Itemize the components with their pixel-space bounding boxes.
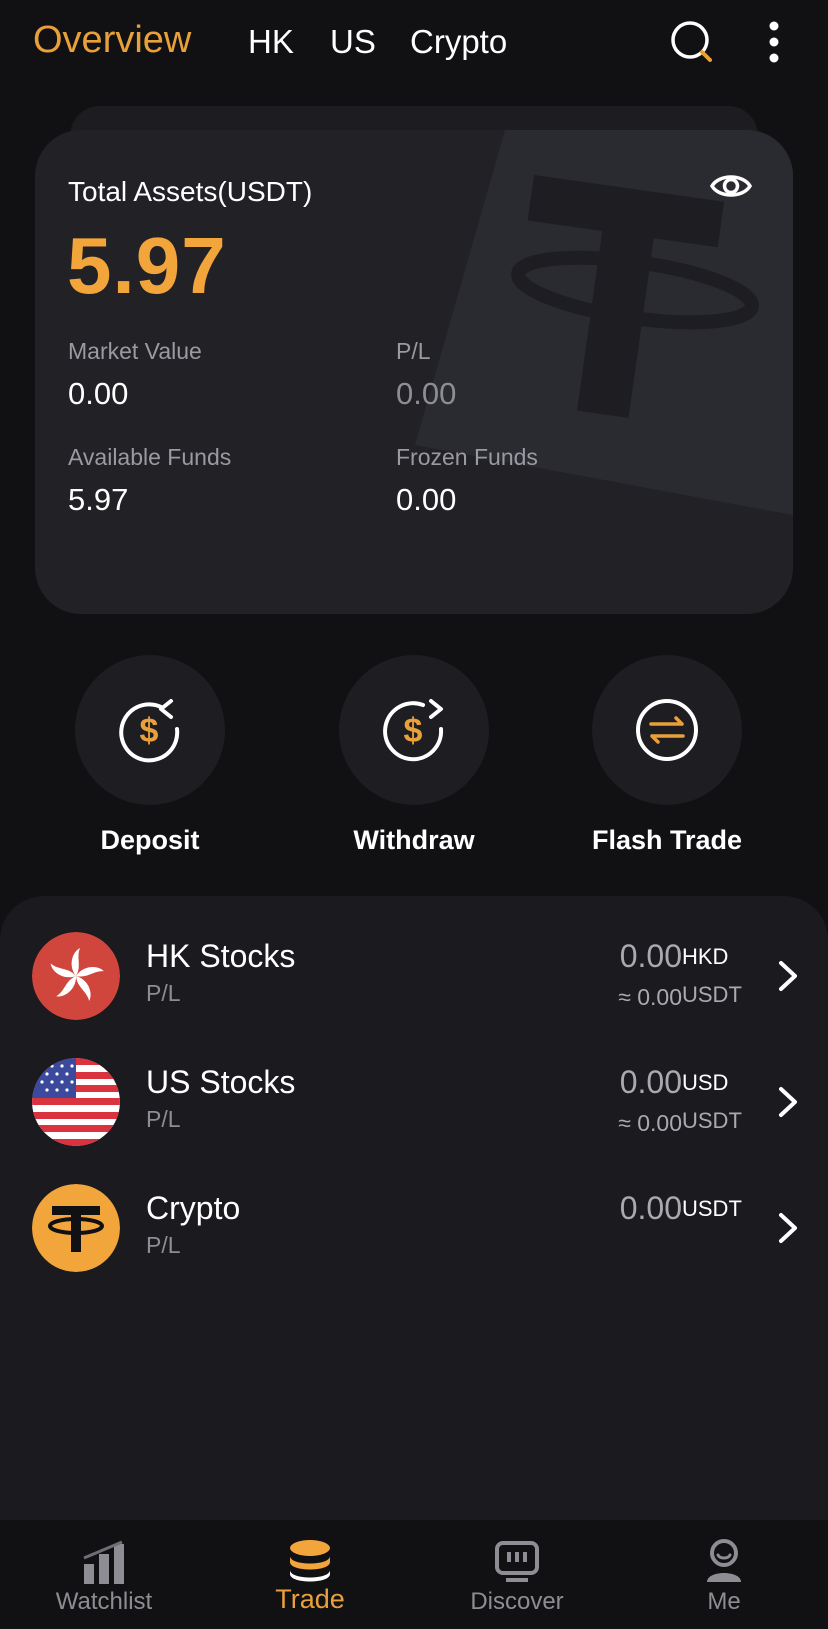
account-currency: USD (682, 1070, 729, 1095)
market-value-label: Market Value (68, 338, 202, 364)
us-flag-icon (32, 1058, 120, 1146)
flash-trade-button[interactable]: Flash Trade (592, 655, 742, 856)
chevron-right-icon[interactable] (776, 1210, 800, 1246)
account-amount: 0.00 (619, 1190, 682, 1226)
nav-watchlist[interactable]: Watchlist (24, 1532, 184, 1616)
account-row-crypto[interactable]: Crypto P/L 0.00 USDT (0, 1172, 828, 1282)
hk-flag-icon (32, 932, 120, 1020)
deposit-icon[interactable]: $ (75, 655, 225, 805)
person-icon (644, 1532, 804, 1584)
deposit-label: Deposit (100, 825, 200, 855)
withdraw-icon[interactable]: $ (339, 655, 489, 805)
nav-discover[interactable]: Discover (437, 1532, 597, 1616)
nav-me[interactable]: Me (644, 1532, 804, 1616)
available-funds-label: Available Funds (68, 444, 232, 470)
account-approx-currency: USDT (682, 982, 742, 1007)
deposit-button[interactable]: $ Deposit (75, 655, 225, 856)
account-currency: HKD (682, 944, 729, 969)
account-approx-amount: ≈ 0.00 (618, 1110, 682, 1136)
account-amount: 0.00 (619, 938, 682, 974)
pl-value: 0.00 (396, 376, 457, 411)
coins-stack-icon (230, 1532, 390, 1584)
account-pl-label: P/L (146, 980, 181, 1006)
market-value: 0.00 (68, 376, 129, 411)
pl-label: P/L (396, 338, 431, 364)
total-assets-label: Total Assets(USDT) (68, 176, 313, 207)
chevron-right-icon[interactable] (776, 1084, 800, 1120)
nav-label: Trade (275, 1584, 345, 1614)
frozen-funds-value: 0.00 (396, 482, 457, 517)
tab-crypto[interactable]: Crypto (410, 22, 507, 62)
chevron-right-icon[interactable] (776, 958, 800, 994)
account-amount: 0.00 (619, 1064, 682, 1100)
account-row-hk-stocks[interactable]: HK Stocks P/L 0.00 HKD ≈ 0.00 USDT (0, 920, 828, 1030)
account-row-us-stocks[interactable]: US Stocks P/L 0.00 USD ≈ 0.00 USDT (0, 1046, 828, 1156)
nav-label: Watchlist (55, 1588, 153, 1615)
eye-icon[interactable] (709, 164, 753, 208)
available-funds-value: 5.97 (68, 482, 129, 517)
accounts-panel: HK Stocks P/L 0.00 HKD ≈ 0.00 USDT US St… (0, 896, 828, 1536)
account-currency: USDT (682, 1196, 742, 1221)
account-name: Crypto (146, 1190, 241, 1226)
nav-label: Me (707, 1588, 741, 1615)
withdraw-label: Withdraw (353, 825, 475, 855)
total-assets-value: 5.97 (67, 221, 227, 310)
top-nav: Overview HK US Crypto (0, 0, 828, 86)
bottom-nav: Watchlist Trade Discover Me (0, 1520, 828, 1629)
account-pl-label: P/L (146, 1232, 181, 1258)
more-vertical-icon[interactable] (750, 18, 798, 66)
monitor-icon (437, 1532, 597, 1584)
account-name: US Stocks (146, 1064, 296, 1100)
nav-trade[interactable]: Trade (230, 1532, 390, 1615)
bar-chart-icon (24, 1532, 184, 1584)
swap-icon[interactable] (592, 655, 742, 805)
flash-trade-label: Flash Trade (592, 825, 743, 855)
search-icon[interactable] (668, 18, 716, 66)
account-name: HK Stocks (146, 938, 296, 974)
frozen-funds-label: Frozen Funds (396, 444, 538, 470)
svg-text:$: $ (140, 712, 159, 750)
account-approx-currency: USDT (682, 1108, 742, 1133)
nav-label: Discover (470, 1588, 564, 1615)
tab-us[interactable]: US (330, 22, 376, 62)
withdraw-button[interactable]: $ Withdraw (339, 655, 489, 856)
trade-overview-screen: Overview HK US Crypto Total Assets(USDT) (0, 0, 828, 1629)
account-approx-amount: ≈ 0.00 (618, 984, 682, 1010)
account-pl-label: P/L (146, 1106, 181, 1132)
tether-icon (32, 1184, 120, 1272)
total-assets-card: Total Assets(USDT) 5.97 Market Value 0.0… (35, 130, 793, 614)
svg-text:$: $ (404, 712, 423, 750)
tab-hk[interactable]: HK (248, 22, 294, 62)
tab-overview[interactable]: Overview (33, 20, 191, 60)
